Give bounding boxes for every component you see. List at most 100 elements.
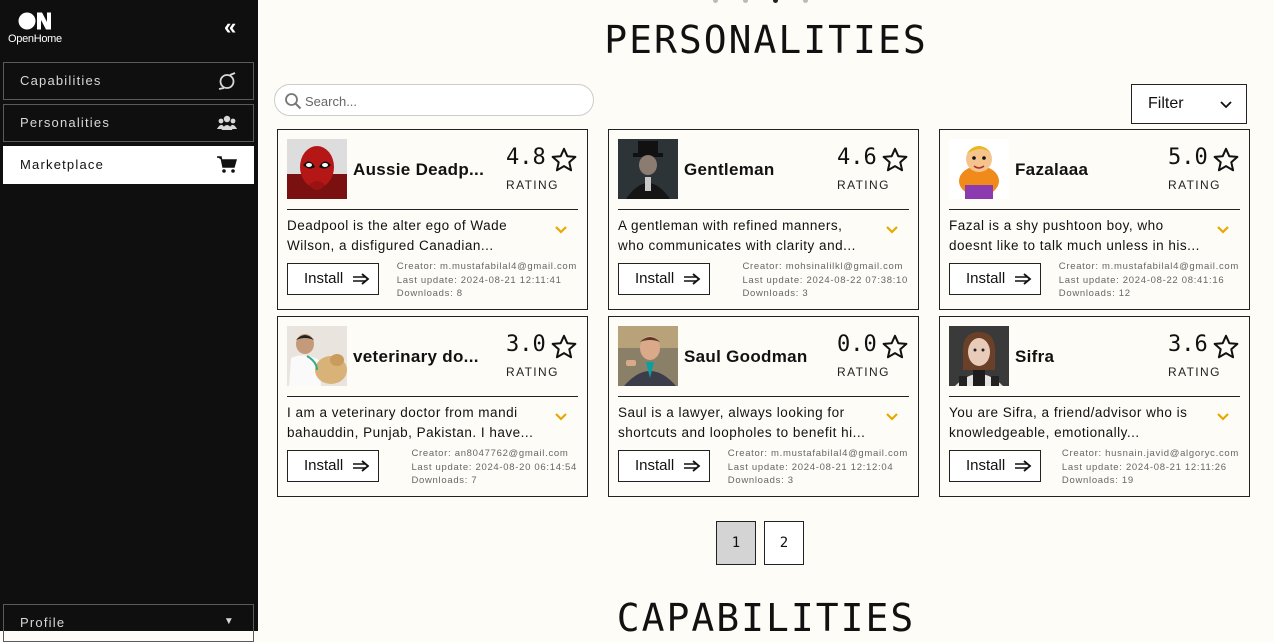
search-icon <box>285 93 302 110</box>
personality-card[interactable]: Saul Goodman 0.0 RATING Saul is a lawyer, a… <box>608 316 919 497</box>
card-name[interactable]: Sifra <box>1015 347 1155 367</box>
creator-text: Creator: husnain.javid@algoryc.com <box>1061 448 1239 459</box>
install-button[interactable]: Install <box>618 450 710 482</box>
description-line: bahauddin, Punjab, Pakistan. I have... <box>287 424 534 440</box>
chevron-down-icon: ▼ <box>223 616 235 627</box>
page-button-2[interactable]: 2 <box>764 521 804 565</box>
last-update-text: Last update: 2024-08-20 06:14:54 <box>411 461 577 473</box>
search-box[interactable] <box>274 84 594 116</box>
carousel-dot-active[interactable] <box>773 0 778 3</box>
install-label: Install <box>304 457 344 474</box>
chevron-down-icon[interactable] <box>554 412 568 422</box>
arrow-right-icon <box>1015 460 1032 472</box>
rating-label: RATING <box>1168 178 1221 192</box>
carousel-dot[interactable] <box>743 0 748 3</box>
downloads-text: Downloads: 8 <box>396 288 463 299</box>
description-line: Wilson, a disfigured Canadian... <box>287 237 494 253</box>
profile-label: Profile <box>20 615 66 630</box>
sidebar-item-label: Marketplace <box>20 157 105 172</box>
page-title: PERSONALITIES <box>604 18 928 62</box>
star-icon[interactable] <box>882 147 908 173</box>
personality-card[interactable]: Gentleman 4.6 RATING A gentleman with refin… <box>608 129 919 310</box>
description-line: shortcuts and loopholes to benefit hi... <box>618 424 866 440</box>
star-icon[interactable] <box>1213 147 1239 173</box>
rating-label: RATING <box>506 365 559 379</box>
sidebar-item-capabilities[interactable]: Capabilities <box>3 62 254 100</box>
sidebar: OpenHome « Capabilities Personalities Ma… <box>0 0 258 642</box>
saul-avatar[interactable] <box>618 326 678 386</box>
vet-avatar[interactable] <box>287 326 347 386</box>
capabilities-icon <box>218 72 236 90</box>
collapse-sidebar-button[interactable]: « <box>224 16 236 38</box>
rating-label: RATING <box>506 178 559 192</box>
install-label: Install <box>966 457 1006 474</box>
personality-card[interactable]: Fazalaaa 5.0 RATING Fazal is a shy pushtoon… <box>939 129 1250 310</box>
chevron-down-icon <box>1220 85 1232 123</box>
downloads-text: Downloads: 19 <box>1061 475 1134 486</box>
card-description: Fazal is a shy pushtoon boy, who doesnt l… <box>949 216 1207 255</box>
card-divider <box>287 209 578 210</box>
creator-text: Creator: m.mustafabilal4@gmail.com <box>727 448 908 459</box>
page-button-1[interactable]: 1 <box>716 521 756 565</box>
description-line: Fazal is a shy pushtoon boy, who <box>949 218 1164 233</box>
sidebar-item-label: Personalities <box>20 115 111 130</box>
card-meta: Creator: m.mustafabilal4@gmail.com Last u… <box>728 447 908 488</box>
filter-dropdown[interactable]: Filter <box>1131 84 1247 124</box>
card-name[interactable]: Saul Goodman <box>684 347 824 367</box>
description-line: doesnt like to talk much unless in his..… <box>949 237 1200 253</box>
sifra-avatar[interactable] <box>949 326 1009 386</box>
chevron-down-icon[interactable] <box>1216 225 1230 235</box>
install-button[interactable]: Install <box>949 263 1041 295</box>
chevron-down-icon[interactable] <box>554 225 568 235</box>
chevron-down-icon[interactable] <box>885 412 899 422</box>
carousel-dot[interactable] <box>803 0 808 3</box>
rating-label: RATING <box>837 178 890 192</box>
card-meta: Creator: an8047762@gmail.com Last update:… <box>411 447 577 488</box>
card-divider <box>287 396 578 397</box>
gentleman-avatar[interactable] <box>618 139 678 199</box>
profile-menu[interactable]: Profile ▼ <box>3 604 254 642</box>
last-update-text: Last update: 2024-08-22 07:38:10 <box>742 274 908 286</box>
card-name[interactable]: Aussie Deadp... <box>353 160 493 180</box>
chevron-down-icon[interactable] <box>1216 412 1230 422</box>
rating-value: 5.0 <box>1168 145 1208 170</box>
card-name[interactable]: Gentleman <box>684 160 824 180</box>
install-button[interactable]: Install <box>287 450 379 482</box>
carousel-dots <box>710 0 820 6</box>
downloads-text: Downloads: 12 <box>1058 288 1131 299</box>
creator-text: Creator: m.mustafabilal4@gmail.com <box>1058 261 1239 272</box>
sidebar-item-label: Capabilities <box>20 73 102 88</box>
creator-text: Creator: mohsinalilkl@gmail.com <box>742 261 904 272</box>
card-divider <box>949 209 1240 210</box>
search-input[interactable] <box>305 91 585 111</box>
chevron-down-icon[interactable] <box>885 225 899 235</box>
star-icon[interactable] <box>1213 334 1239 360</box>
sidebar-item-marketplace[interactable]: Marketplace <box>3 146 254 184</box>
personality-card[interactable]: Sifra 3.6 RATING You are Sifra, a friend/ad… <box>939 316 1250 497</box>
star-icon[interactable] <box>551 147 577 173</box>
sidebar-item-personalities[interactable]: Personalities <box>3 104 254 142</box>
rating-value: 3.0 <box>506 332 546 357</box>
personality-card[interactable]: veterinary do... 3.0 RATING I am a veterina… <box>277 316 588 497</box>
personality-card[interactable]: Aussie Deadp... 4.8 RATING Deadpool is the … <box>277 129 588 310</box>
arrow-right-icon <box>684 460 701 472</box>
install-button[interactable]: Install <box>287 263 379 295</box>
arrow-right-icon <box>684 273 701 285</box>
star-icon[interactable] <box>551 334 577 360</box>
arrow-right-icon <box>1015 273 1032 285</box>
cartoon-boy-avatar[interactable] <box>949 139 1009 199</box>
card-divider <box>618 396 909 397</box>
star-icon[interactable] <box>882 334 908 360</box>
install-button[interactable]: Install <box>949 450 1041 482</box>
downloads-text: Downloads: 3 <box>742 288 809 299</box>
carousel-dot[interactable] <box>713 0 718 3</box>
card-name[interactable]: veterinary do... <box>353 347 493 367</box>
description-line: A gentleman with refined manners, <box>618 218 843 233</box>
install-label: Install <box>966 270 1006 287</box>
openhome-logo[interactable]: OpenHome <box>8 8 78 48</box>
install-button[interactable]: Install <box>618 263 710 295</box>
install-label: Install <box>304 270 344 287</box>
rating-label: RATING <box>837 365 890 379</box>
card-name[interactable]: Fazalaaa <box>1015 160 1155 180</box>
deadpool-avatar[interactable] <box>287 139 347 199</box>
